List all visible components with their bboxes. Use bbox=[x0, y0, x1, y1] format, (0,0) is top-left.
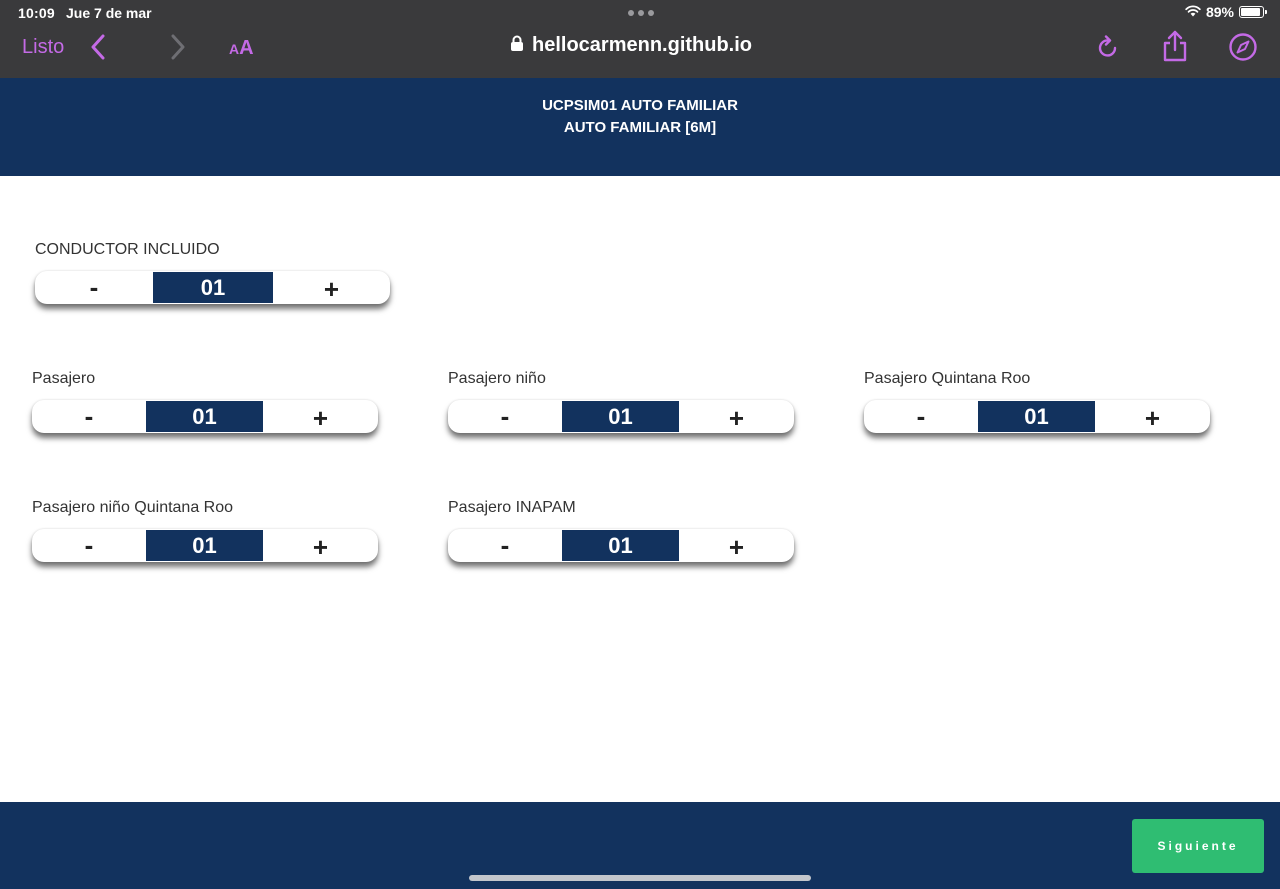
counter-label: Pasajero INAPAM bbox=[448, 499, 576, 516]
more-dots-icon[interactable] bbox=[628, 10, 654, 16]
increment-button[interactable]: + bbox=[273, 271, 390, 304]
back-icon[interactable] bbox=[88, 34, 108, 65]
quantity-value[interactable]: 01 bbox=[562, 530, 679, 561]
wifi-icon bbox=[1185, 4, 1201, 20]
status-time: 10:09 bbox=[18, 5, 55, 21]
decrement-button[interactable]: - bbox=[448, 529, 562, 562]
battery-percent: 89% bbox=[1205, 4, 1234, 20]
counter-label: Pasajero niño bbox=[448, 370, 546, 387]
footer-bar: Siguiente bbox=[0, 802, 1280, 889]
quantity-value[interactable]: 01 bbox=[978, 401, 1095, 432]
decrement-button[interactable]: - bbox=[864, 400, 978, 433]
decrement-button[interactable]: - bbox=[448, 400, 562, 433]
quantity-stepper: - 01 + bbox=[448, 400, 794, 433]
address-bar[interactable]: hellocarmenn.github.io bbox=[510, 34, 752, 57]
counter-label: Pasajero Quintana Roo bbox=[864, 370, 1031, 387]
quantity-value[interactable]: 01 bbox=[562, 401, 679, 432]
text-size-button[interactable]: AA bbox=[229, 37, 254, 60]
browser-chrome: 10:09 Jue 7 de mar 89% Listo AA hellocar… bbox=[0, 0, 1280, 78]
done-button[interactable]: Listo bbox=[22, 36, 64, 59]
quantity-value[interactable]: 01 bbox=[153, 272, 273, 303]
counter-pasajero: Pasajero - 01 + bbox=[32, 370, 378, 440]
quantity-stepper: - 01 + bbox=[32, 400, 378, 433]
forward-icon[interactable] bbox=[168, 34, 188, 65]
app-header: UCPSIM01 AUTO FAMILIAR AUTO FAMILIAR [6M… bbox=[0, 78, 1280, 176]
battery-icon bbox=[1239, 6, 1267, 18]
page-title: UCPSIM01 AUTO FAMILIAR bbox=[542, 97, 738, 114]
home-indicator[interactable] bbox=[469, 875, 811, 881]
quantity-value[interactable]: 01 bbox=[146, 401, 263, 432]
quantity-stepper: - 01 + bbox=[864, 400, 1210, 433]
decrement-button[interactable]: - bbox=[35, 271, 153, 304]
counter-conductor: CONDUCTOR INCLUIDO - 01 + bbox=[35, 241, 391, 311]
counter-label: Pasajero bbox=[32, 370, 96, 387]
counter-pasajero-quintana-roo: Pasajero Quintana Roo - 01 + bbox=[864, 370, 1210, 440]
increment-button[interactable]: + bbox=[1095, 400, 1210, 433]
share-icon[interactable] bbox=[1161, 29, 1189, 68]
quantity-stepper: - 01 + bbox=[35, 271, 390, 304]
decrement-button[interactable]: - bbox=[32, 529, 146, 562]
counter-label: Pasajero niño Quintana Roo bbox=[32, 499, 234, 516]
increment-button[interactable]: + bbox=[679, 529, 794, 562]
lock-icon bbox=[510, 35, 524, 57]
quantity-stepper: - 01 + bbox=[448, 529, 794, 562]
quantity-value[interactable]: 01 bbox=[146, 530, 263, 561]
battery-fill bbox=[1241, 8, 1260, 16]
increment-button[interactable]: + bbox=[263, 400, 378, 433]
page: 10:09 Jue 7 de mar 89% Listo AA hellocar… bbox=[0, 0, 1280, 889]
counter-pasajero-nino: Pasajero niño - 01 + bbox=[448, 370, 794, 440]
increment-button[interactable]: + bbox=[263, 529, 378, 562]
increment-button[interactable]: + bbox=[679, 400, 794, 433]
url-text: hellocarmenn.github.io bbox=[532, 34, 753, 56]
counter-pasajero-nino-quintana-roo: Pasajero niño Quintana Roo - 01 + bbox=[32, 499, 378, 569]
compass-icon[interactable] bbox=[1228, 32, 1258, 67]
status-date: Jue 7 de mar bbox=[66, 5, 152, 21]
quantity-stepper: - 01 + bbox=[32, 529, 378, 562]
decrement-button[interactable]: - bbox=[32, 400, 146, 433]
next-button[interactable]: Siguiente bbox=[1132, 819, 1264, 873]
status-indicators: 89% bbox=[1185, 4, 1267, 20]
counter-pasajero-inapam: Pasajero INAPAM - 01 + bbox=[448, 499, 794, 569]
counter-label: CONDUCTOR INCLUIDO bbox=[35, 241, 220, 258]
reload-icon[interactable] bbox=[1096, 35, 1120, 66]
page-subtitle: AUTO FAMILIAR [6M] bbox=[563, 119, 717, 136]
